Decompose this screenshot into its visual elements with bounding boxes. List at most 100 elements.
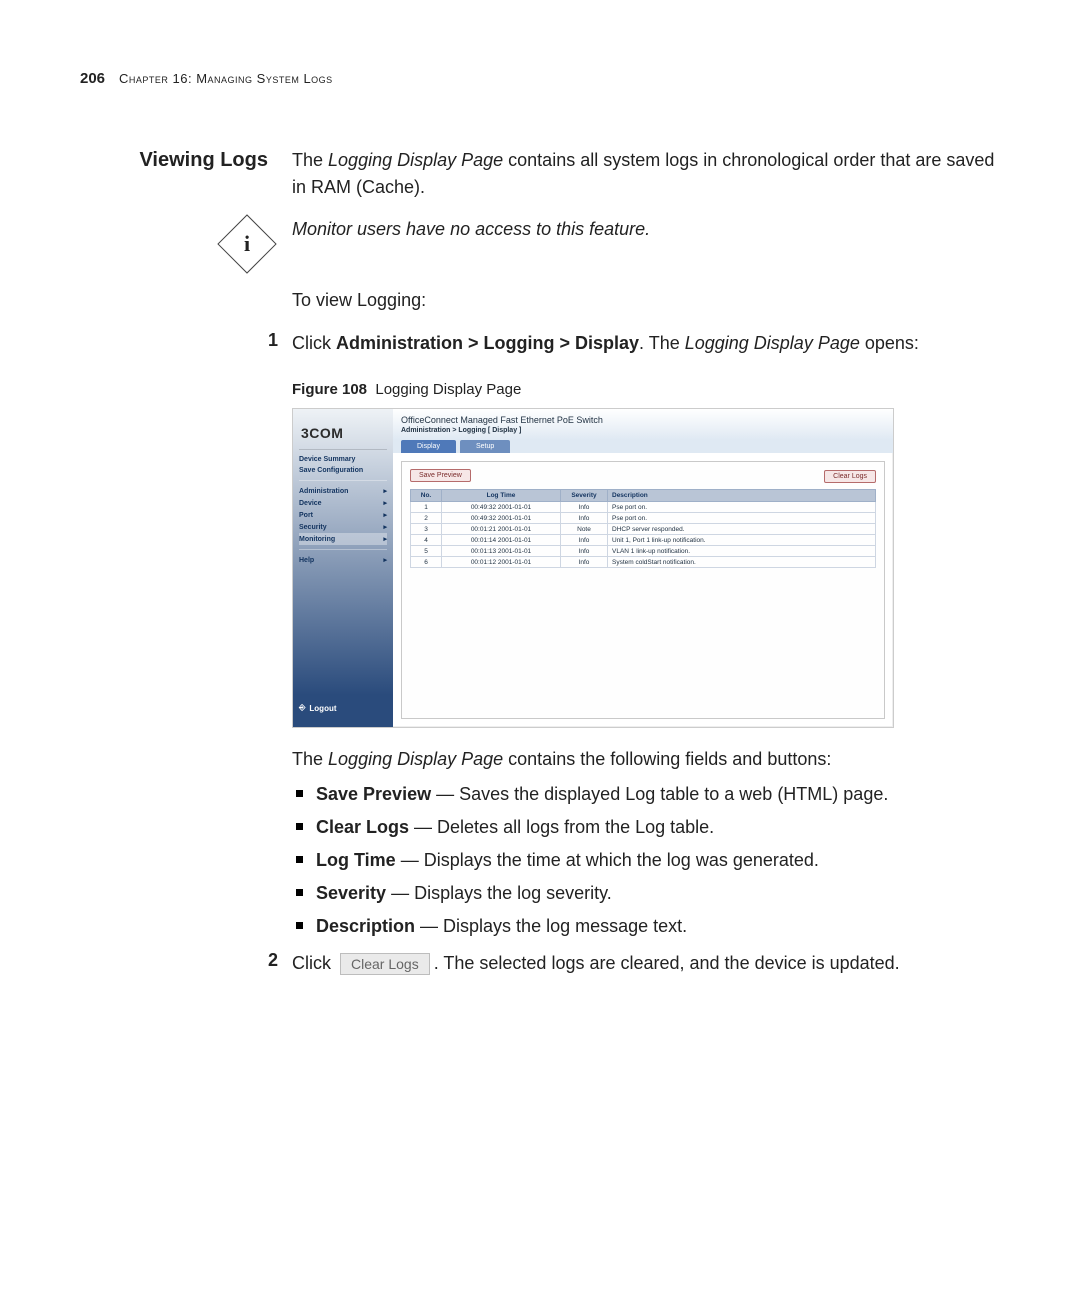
intro-page-name: Logging Display Page bbox=[328, 150, 503, 170]
chevron-right-icon: ▸ bbox=[383, 535, 387, 543]
step2-number: 2 bbox=[264, 950, 278, 971]
list-item-desc: — Displays the log severity. bbox=[386, 883, 612, 903]
intro-prefix: The bbox=[292, 150, 328, 170]
list-item-desc: — Saves the displayed Log table to a web… bbox=[431, 784, 888, 804]
ss-th-sev: Severity bbox=[561, 490, 608, 502]
ss-td-desc: Unit 1, Port 1 link-up notification. bbox=[608, 535, 876, 546]
ss-product-title: OfficeConnect Managed Fast Ethernet PoE … bbox=[401, 415, 885, 425]
to-view-row: To view Logging: bbox=[60, 287, 1020, 314]
ss-logout-label: Logout bbox=[309, 704, 336, 713]
ss-nav-security[interactable]: Security ▸ bbox=[299, 521, 387, 533]
ss-nav-monitoring[interactable]: Monitoring▸ bbox=[299, 533, 387, 545]
ss-td-time: 00:01:13 2001-01-01 bbox=[442, 546, 561, 557]
ss-td-time: 00:01:12 2001-01-01 bbox=[442, 557, 561, 568]
ss-nav-label: Help bbox=[299, 557, 314, 564]
ss-td-sev: Info bbox=[561, 557, 608, 568]
ss-table-row: 500:01:13 2001-01-01InfoVLAN 1 link-up n… bbox=[411, 546, 876, 557]
ss-table-row: 200:49:32 2001-01-01InfoPse port on. bbox=[411, 513, 876, 524]
ss-td-sev: Info bbox=[561, 535, 608, 546]
ss-clear-logs-button[interactable]: Clear Logs bbox=[824, 470, 876, 483]
ss-header: OfficeConnect Managed Fast Ethernet PoE … bbox=[393, 409, 893, 440]
step-1: 1 Click Administration > Logging > Displ… bbox=[264, 330, 1012, 357]
ss-panel: Save Preview Clear Logs No. Log Time Sev… bbox=[401, 461, 885, 719]
ss-nav-label: Security bbox=[299, 524, 327, 531]
list-item: Save Preview — Saves the displayed Log t… bbox=[316, 781, 1012, 808]
chevron-right-icon: ▸ bbox=[383, 511, 387, 519]
ss-nav-label: Port bbox=[299, 512, 313, 519]
ss-td-desc: DHCP server responded. bbox=[608, 524, 876, 535]
list-item-term: Severity bbox=[316, 883, 386, 903]
intro-paragraph: The Logging Display Page contains all sy… bbox=[292, 147, 1012, 201]
ss-nav-help[interactable]: Help ▸ bbox=[299, 554, 387, 566]
ss-device-summary[interactable]: Device Summary bbox=[299, 454, 387, 465]
ss-nav-port[interactable]: Port ▸ bbox=[299, 509, 387, 521]
fi-suffix: contains the following fields and button… bbox=[503, 749, 831, 769]
ss-td-no: 5 bbox=[411, 546, 442, 557]
step2-click: Click bbox=[292, 953, 336, 973]
chevron-right-icon: ▸ bbox=[383, 556, 387, 564]
ss-td-sev: Note bbox=[561, 524, 608, 535]
ss-logo: 3COM bbox=[299, 415, 387, 450]
ss-td-desc: System coldStart notification. bbox=[608, 557, 876, 568]
ss-td-time: 00:01:14 2001-01-01 bbox=[442, 535, 561, 546]
ss-save-config[interactable]: Save Configuration bbox=[299, 465, 387, 476]
ss-td-desc: Pse port on. bbox=[608, 502, 876, 513]
ss-table-header-row: No. Log Time Severity Description bbox=[411, 490, 876, 502]
ss-nav-device[interactable]: Device▸ bbox=[299, 497, 387, 509]
ss-tabs: Display Setup bbox=[393, 440, 893, 453]
list-item-desc: — Deletes all logs from the Log table. bbox=[409, 817, 714, 837]
fi-prefix: The bbox=[292, 749, 328, 769]
info-note: Monitor users have no access to this fea… bbox=[292, 219, 1012, 240]
screenshot: 3COM Device Summary Save Configuration A… bbox=[292, 408, 894, 728]
logout-icon: ⎆ bbox=[299, 703, 305, 713]
ss-td-no: 2 bbox=[411, 513, 442, 524]
ss-table-row: 300:01:21 2001-01-01NoteDHCP server resp… bbox=[411, 524, 876, 535]
ss-table-row: 100:49:32 2001-01-01InfoPse port on. bbox=[411, 502, 876, 513]
ss-table-row: 600:01:12 2001-01-01InfoSystem coldStart… bbox=[411, 557, 876, 568]
ss-td-desc: VLAN 1 link-up notification. bbox=[608, 546, 876, 557]
ss-td-time: 00:49:32 2001-01-01 bbox=[442, 513, 561, 524]
chevron-right-icon: ▸ bbox=[383, 523, 387, 531]
page: 206 Chapter 16: Managing System Logs Vie… bbox=[0, 0, 1080, 1296]
step1-opens: opens: bbox=[860, 333, 919, 353]
step1-number: 1 bbox=[264, 330, 278, 351]
fi-pagename: Logging Display Page bbox=[328, 749, 503, 769]
ss-td-time: 00:01:21 2001-01-01 bbox=[442, 524, 561, 535]
ss-th-time: Log Time bbox=[442, 490, 561, 502]
ss-th-no: No. bbox=[411, 490, 442, 502]
ss-save-preview-button[interactable]: Save Preview bbox=[410, 469, 471, 482]
list-item-term: Description bbox=[316, 916, 415, 936]
to-view-text: To view Logging: bbox=[292, 287, 1012, 314]
ss-breadcrumb: Administration > Logging [ Display ] bbox=[401, 427, 885, 434]
info-row: i Monitor users have no access to this f… bbox=[60, 219, 1020, 265]
ss-td-desc: Pse port on. bbox=[608, 513, 876, 524]
ss-separator bbox=[299, 480, 387, 481]
ss-nav-administration[interactable]: Administration▸ bbox=[299, 485, 387, 497]
chevron-right-icon: ▸ bbox=[383, 487, 387, 495]
running-header: 206 Chapter 16: Managing System Logs bbox=[80, 70, 1020, 87]
figure-caption: Figure 108 Logging Display Page bbox=[292, 381, 1012, 398]
section-heading: Viewing Logs bbox=[60, 147, 268, 172]
section-row: Viewing Logs The Logging Display Page co… bbox=[60, 147, 1020, 201]
list-item: Description — Displays the log message t… bbox=[316, 913, 1012, 940]
ss-logout[interactable]: ⎆ Logout bbox=[299, 699, 387, 721]
ss-sidebar: 3COM Device Summary Save Configuration A… bbox=[293, 409, 393, 727]
ss-main: OfficeConnect Managed Fast Ethernet PoE … bbox=[393, 409, 893, 727]
step1-after: . The bbox=[639, 333, 685, 353]
figure-number: Figure 108 bbox=[292, 381, 367, 398]
page-number: 206 bbox=[80, 70, 105, 87]
list-item: Severity — Displays the log severity. bbox=[316, 880, 1012, 907]
info-icon: i bbox=[217, 214, 276, 273]
field-list: Save Preview — Saves the displayed Log t… bbox=[292, 781, 1012, 940]
step2-after: . The selected logs are cleared, and the… bbox=[434, 953, 900, 973]
list-item-term: Save Preview bbox=[316, 784, 431, 804]
chevron-right-icon: ▸ bbox=[383, 499, 387, 507]
ss-tab-display[interactable]: Display bbox=[401, 440, 456, 453]
list-item-desc: — Displays the log message text. bbox=[415, 916, 687, 936]
ss-log-table: No. Log Time Severity Description 100:49… bbox=[410, 489, 876, 568]
ss-td-no: 3 bbox=[411, 524, 442, 535]
list-item-term: Clear Logs bbox=[316, 817, 409, 837]
clear-logs-inline-button[interactable]: Clear Logs bbox=[340, 953, 430, 975]
ss-th-desc: Description bbox=[608, 490, 876, 502]
ss-tab-setup[interactable]: Setup bbox=[460, 440, 510, 453]
